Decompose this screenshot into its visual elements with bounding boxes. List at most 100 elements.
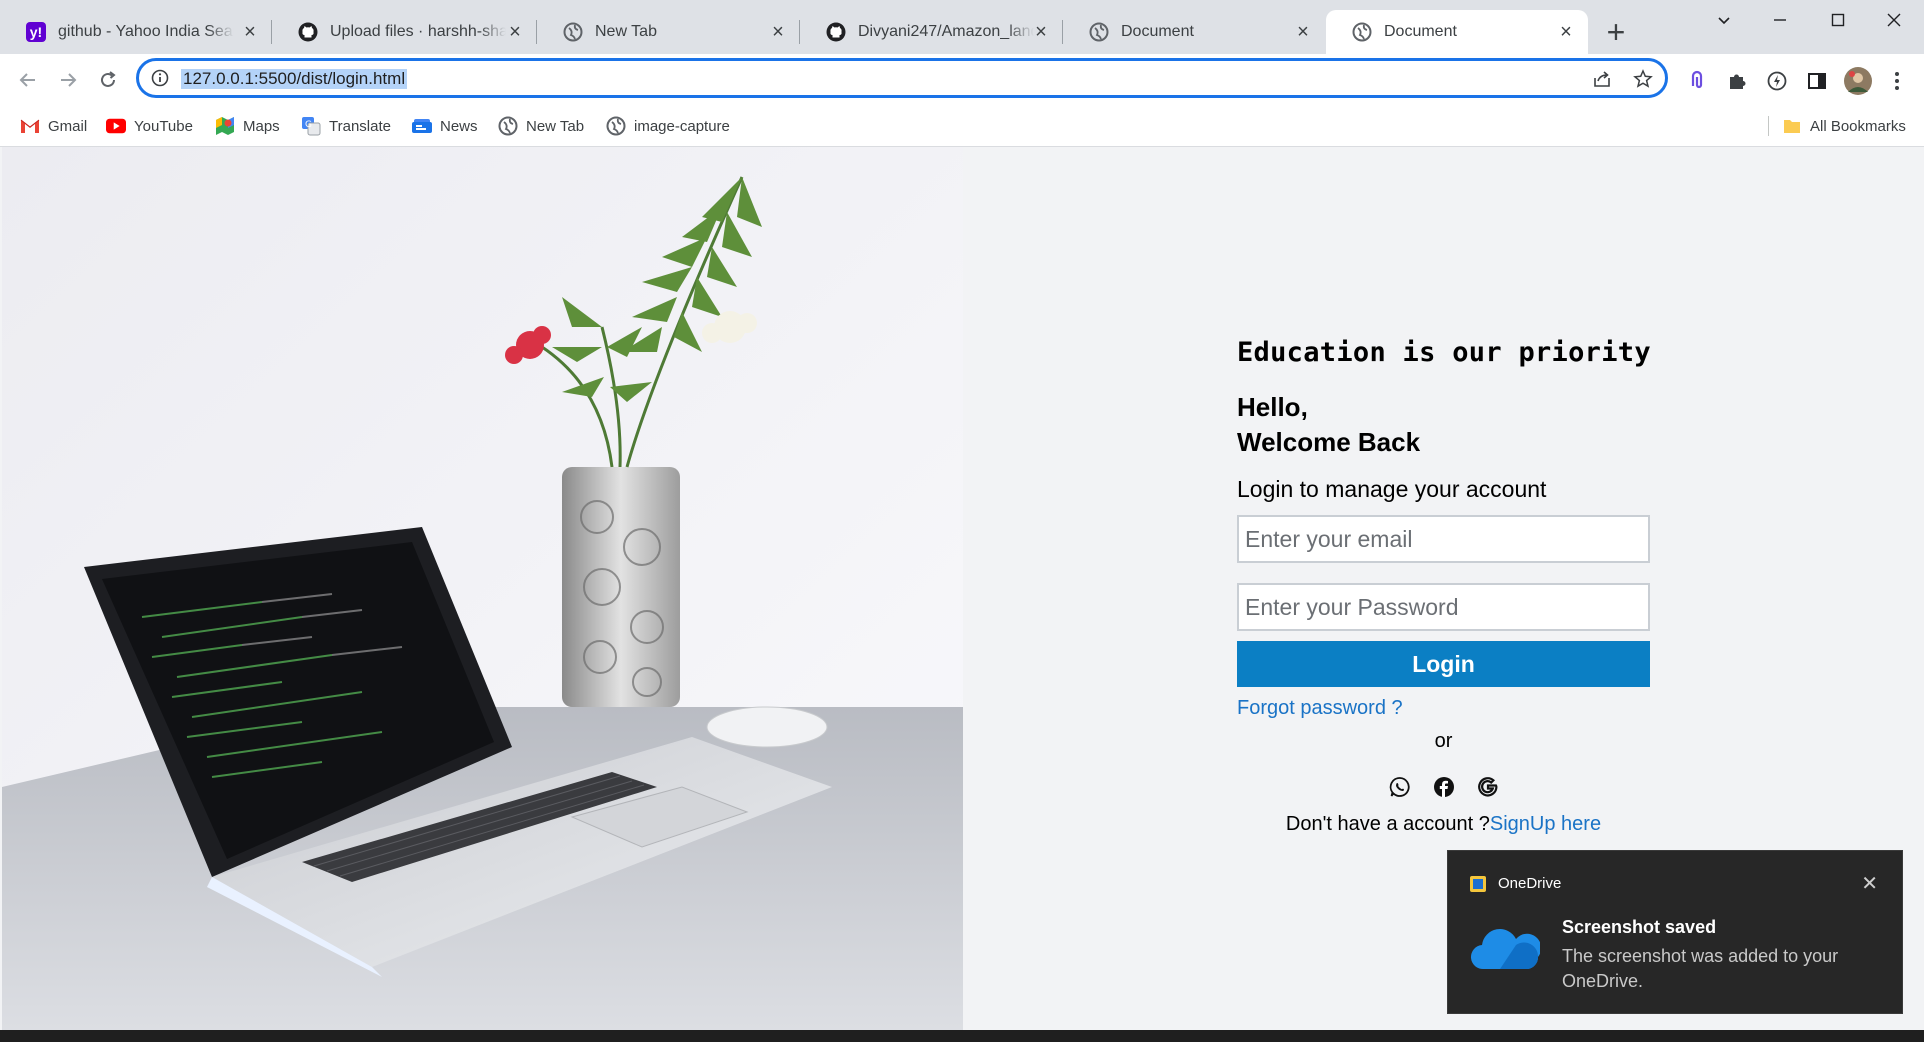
laptop-plant-photo — [2, 147, 963, 1030]
maps-icon — [215, 116, 235, 136]
bookmark-label: YouTube — [134, 117, 193, 135]
whatsapp-icon[interactable] — [1388, 775, 1412, 799]
tab-document-active[interactable]: Document × — [1326, 10, 1588, 54]
globe-icon — [1352, 22, 1372, 42]
github-icon — [298, 22, 318, 42]
minimize-icon[interactable] — [1752, 0, 1808, 40]
tab-upload-files[interactable]: Upload files · harshh-sharma × — [272, 10, 537, 54]
tab-title: Divyani247/Amazon_landing — [858, 23, 1034, 40]
close-notification-icon[interactable]: ✕ — [1861, 871, 1878, 896]
tab-yahoo-search[interactable]: y! github - Yahoo India Search Results × — [0, 10, 272, 54]
tab-title: New Tab — [595, 23, 657, 40]
notification-app: OneDrive — [1470, 875, 1561, 892]
signup-link[interactable]: SignUp here — [1490, 813, 1601, 835]
globe-icon — [563, 22, 583, 42]
yahoo-icon: y! — [26, 22, 46, 42]
bookmark-translate[interactable]: G Translate — [301, 114, 391, 138]
performance-icon[interactable] — [1764, 68, 1790, 94]
login-form: Education is our priority Hello, Welcome… — [1237, 337, 1651, 836]
youtube-icon — [106, 116, 126, 136]
bookmark-label: News — [440, 117, 478, 135]
bookmarks-divider — [1768, 116, 1769, 136]
globe-icon — [606, 116, 626, 136]
close-tab-icon[interactable]: × — [1556, 22, 1576, 42]
tab-document[interactable]: Document × — [1063, 10, 1325, 54]
close-tab-icon[interactable]: × — [240, 22, 260, 42]
greeting: Hello, Welcome Back — [1237, 390, 1650, 460]
signup-row: Don't have a account ?SignUp here — [1237, 813, 1650, 836]
notification-title: Screenshot saved — [1562, 917, 1717, 937]
bookmarks-bar: Gmail YouTube Maps G Translate News New … — [0, 106, 1924, 147]
login-button[interactable]: Login — [1237, 641, 1650, 687]
tab-title: Document — [1384, 23, 1457, 40]
facebook-icon[interactable] — [1432, 775, 1456, 799]
greeting-welcome: Welcome Back — [1237, 427, 1421, 457]
side-panel-icon[interactable] — [1804, 68, 1830, 94]
close-tab-icon[interactable]: × — [1031, 22, 1051, 42]
onedrive-notification[interactable]: OneDrive ✕ Screenshot saved The screensh… — [1447, 850, 1903, 1014]
bookmark-news[interactable]: News — [412, 114, 478, 138]
google-icon[interactable] — [1476, 775, 1500, 799]
menu-kebab-icon[interactable] — [1884, 68, 1910, 94]
close-window-icon[interactable] — [1866, 0, 1922, 40]
close-tab-icon[interactable]: × — [505, 22, 525, 42]
email-field[interactable] — [1237, 515, 1650, 563]
tab-title: Document — [1121, 23, 1194, 40]
maximize-icon[interactable] — [1810, 0, 1866, 40]
bookmark-label: Maps — [243, 117, 280, 135]
extensions-puzzle-icon[interactable] — [1724, 68, 1750, 94]
svg-text:G: G — [305, 120, 312, 130]
address-bar[interactable]: 127.0.0.1:5500/dist/login.html — [136, 58, 1668, 98]
forgot-password-link[interactable]: Forgot password ? — [1237, 697, 1403, 720]
bookmark-maps[interactable]: Maps — [215, 114, 280, 138]
page-title: Education is our priority — [1237, 337, 1651, 368]
tab-strip: y! github - Yahoo India Search Results ×… — [0, 0, 1924, 54]
bookmark-label: Gmail — [48, 117, 88, 135]
extension-clip-icon[interactable] — [1684, 68, 1710, 94]
bookmark-youtube[interactable]: YouTube — [106, 114, 193, 138]
globe-icon — [498, 116, 518, 136]
or-divider: or — [1434, 730, 1453, 752]
gmail-icon — [20, 116, 40, 136]
tab-search-icon[interactable] — [1696, 0, 1752, 40]
greeting-hello: Hello, — [1237, 392, 1308, 422]
tab-new-tab[interactable]: New Tab × — [537, 10, 800, 54]
globe-icon — [1089, 22, 1109, 42]
bookmark-label: New Tab — [526, 117, 585, 135]
login-subtitle: Login to manage your account — [1237, 476, 1547, 502]
folder-icon — [1782, 116, 1802, 136]
share-icon[interactable] — [1591, 68, 1613, 90]
bookmark-label: Translate — [329, 117, 391, 135]
news-icon — [412, 116, 432, 136]
tab-amazon-landing[interactable]: Divyani247/Amazon_landing × — [800, 10, 1063, 54]
notification-app-name: OneDrive — [1498, 875, 1562, 892]
github-icon — [826, 22, 846, 42]
bookmark-label: image-capture — [634, 117, 730, 135]
bookmark-label: All Bookmarks — [1810, 117, 1906, 135]
close-tab-icon[interactable]: × — [768, 22, 788, 42]
bookmark-image-capture[interactable]: image-capture — [606, 114, 730, 138]
notification-message: The screenshot was added to your OneDriv… — [1562, 946, 1839, 991]
close-tab-icon[interactable]: × — [1293, 22, 1313, 42]
forward-icon[interactable] — [52, 64, 84, 96]
bookmark-star-icon[interactable] — [1632, 68, 1654, 90]
password-field[interactable] — [1237, 583, 1650, 631]
browser-toolbar: 127.0.0.1:5500/dist/login.html — [0, 54, 1924, 106]
bookmark-new-tab[interactable]: New Tab — [498, 114, 584, 138]
new-tab-button[interactable]: + — [1600, 14, 1632, 50]
reload-icon[interactable] — [92, 64, 124, 96]
tab-title: github - Yahoo India Search Results — [58, 23, 234, 40]
translate-icon: G — [301, 116, 321, 136]
tab-title: Upload files · harshh-sharma — [330, 23, 506, 40]
social-login — [1237, 775, 1650, 799]
cloud-icon — [1470, 927, 1542, 976]
onedrive-app-icon — [1470, 875, 1486, 892]
profile-avatar[interactable] — [1843, 66, 1873, 96]
all-bookmarks[interactable]: All Bookmarks — [1782, 114, 1906, 138]
signup-prompt: Don't have a account ? — [1285, 813, 1490, 835]
back-icon[interactable] — [12, 64, 44, 96]
address-text[interactable]: 127.0.0.1:5500/dist/login.html — [181, 69, 408, 89]
bookmark-gmail[interactable]: Gmail — [20, 114, 87, 138]
taskbar-edge — [0, 1030, 1924, 1042]
site-info-icon[interactable] — [151, 69, 169, 87]
